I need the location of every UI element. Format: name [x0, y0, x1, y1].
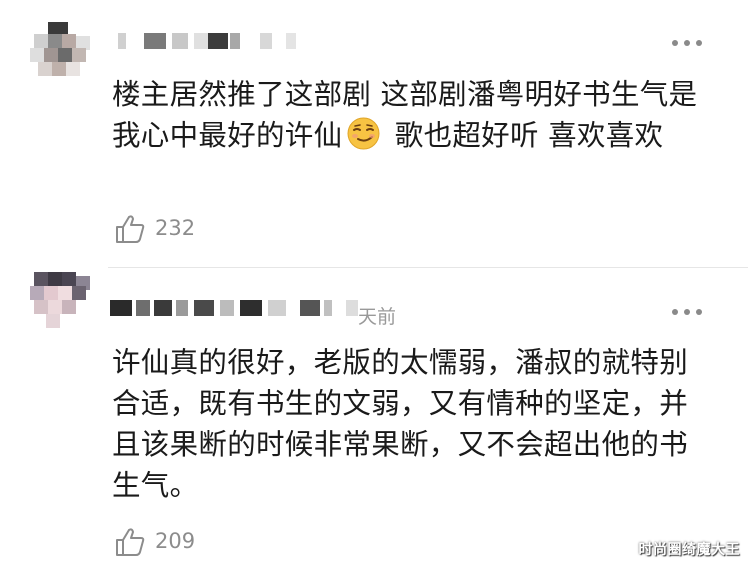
- dot-icon: [684, 40, 690, 46]
- avatar[interactable]: [26, 22, 96, 84]
- more-options-button[interactable]: [672, 308, 704, 318]
- dot-icon: [696, 40, 702, 46]
- thumbs-up-icon: [116, 215, 145, 243]
- like-button[interactable]: 232: [114, 213, 234, 245]
- comment-item: 天前 许仙真的很好，老版的太懦弱，潘叔的就特别合适，既有书生的文弱，又有情种的坚…: [0, 268, 748, 569]
- avatar[interactable]: [26, 268, 96, 330]
- like-count: 209: [155, 529, 196, 553]
- dot-icon: [672, 309, 678, 315]
- like-button[interactable]: 209: [114, 526, 234, 558]
- comment-text: 许仙真的很好，老版的太懦弱，潘叔的就特别合适，既有书生的文弱，又有情种的坚定，并…: [112, 346, 689, 502]
- comment-item: 楼主居然推了这部剧 这部剧潘粤明好书生气是我心中最好的许仙 歌也超好听 喜欢喜欢…: [0, 0, 748, 268]
- thumbs-up-icon: [116, 528, 145, 556]
- more-options-button[interactable]: [672, 39, 704, 49]
- dot-icon: [672, 40, 678, 46]
- comment-text: 楼主居然推了这部剧 这部剧潘粤明好书生气是我心中最好的许仙 歌也超好听 喜欢喜欢: [112, 78, 698, 152]
- dot-icon: [696, 309, 702, 315]
- watermark: 时尚圈绮魔大王: [638, 542, 740, 558]
- smirk-emoji-icon: [347, 117, 380, 150]
- dot-icon: [684, 309, 690, 315]
- like-count: 232: [155, 216, 196, 240]
- username-redacted[interactable]: [110, 33, 300, 55]
- post-time: 天前: [358, 306, 397, 328]
